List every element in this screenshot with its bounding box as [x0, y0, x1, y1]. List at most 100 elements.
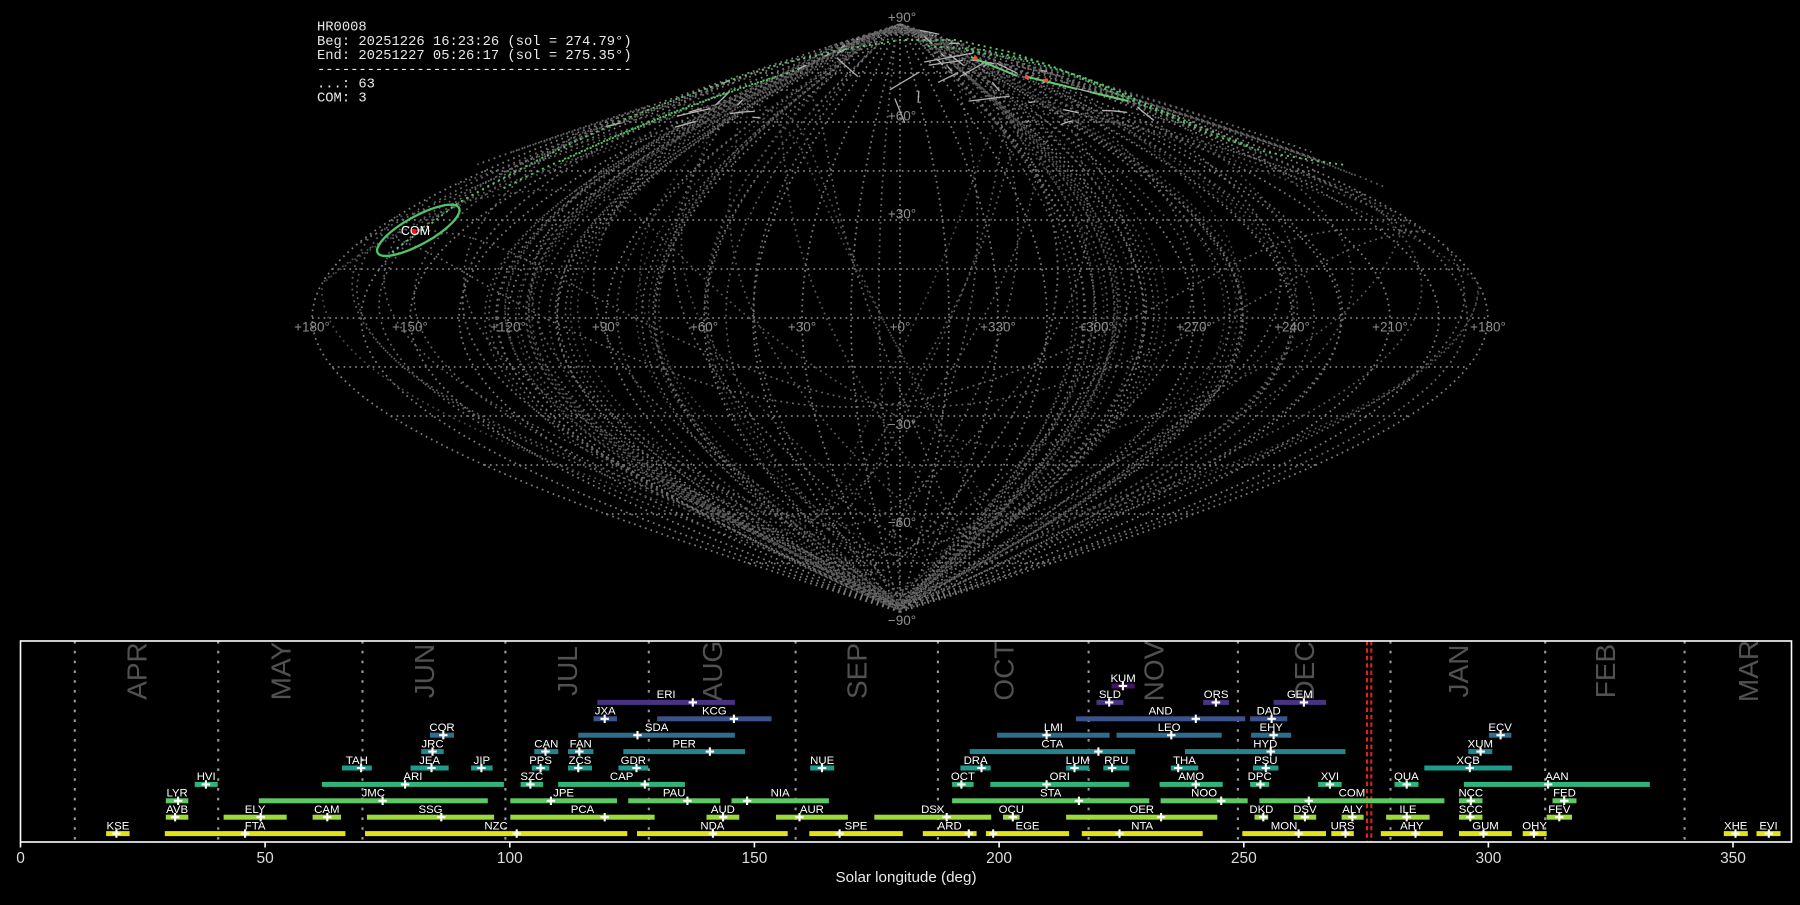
svg-text:+180°: +180° [1470, 320, 1506, 335]
svg-text:JEA: JEA [419, 755, 440, 767]
svg-text:MAR: MAR [1733, 640, 1764, 702]
svg-text:NCC: NCC [1458, 788, 1483, 800]
svg-text:NDA: NDA [700, 820, 724, 832]
svg-text:ELY: ELY [245, 804, 266, 816]
svg-text:RPU: RPU [1104, 755, 1128, 767]
svg-text:OCT: OCT [951, 771, 975, 783]
svg-text:FEB: FEB [1590, 644, 1621, 698]
svg-text:+180°: +180° [294, 320, 330, 335]
svg-text:LEO: LEO [1158, 722, 1181, 734]
svg-text:OER: OER [1129, 804, 1154, 816]
svg-text:PPS: PPS [529, 755, 552, 767]
svg-text:PER: PER [672, 738, 695, 750]
svg-text:−60°: −60° [888, 515, 916, 530]
svg-text:SLD: SLD [1099, 689, 1121, 701]
svg-text:TAH: TAH [346, 755, 368, 767]
svg-text:SSG: SSG [418, 804, 442, 816]
svg-text:JAN: JAN [1443, 645, 1474, 698]
svg-text:+150°: +150° [392, 320, 428, 335]
svg-text:SEP: SEP [842, 643, 873, 699]
svg-text:ILE: ILE [1399, 804, 1416, 816]
svg-text:XUM: XUM [1468, 738, 1493, 750]
svg-text:KUM: KUM [1110, 673, 1135, 685]
svg-text:CAN: CAN [534, 738, 558, 750]
svg-text:+120°: +120° [490, 320, 526, 335]
svg-text:LUM: LUM [1066, 755, 1090, 767]
svg-text:DSX: DSX [921, 804, 945, 816]
svg-text:FTA: FTA [245, 820, 266, 832]
svg-text:+0°: +0° [890, 320, 911, 335]
svg-text:JMC: JMC [362, 788, 385, 800]
svg-text:+90°: +90° [888, 10, 916, 25]
svg-text:AUR: AUR [800, 804, 824, 816]
svg-text:HVI: HVI [197, 771, 216, 783]
svg-text:AVB: AVB [166, 804, 188, 816]
svg-text:GEM: GEM [1287, 689, 1313, 701]
svg-text:+60°: +60° [690, 320, 718, 335]
svg-text:100: 100 [497, 850, 523, 867]
svg-text:+270°: +270° [1176, 320, 1212, 335]
svg-text:AUD: AUD [711, 804, 735, 816]
svg-text:+240°: +240° [1274, 320, 1310, 335]
svg-text:JXA: JXA [595, 706, 616, 718]
svg-text:JUN: JUN [409, 644, 440, 698]
svg-text:PSU: PSU [1254, 755, 1277, 767]
svg-text:+210°: +210° [1372, 320, 1408, 335]
svg-text:COM: COM [1339, 788, 1366, 800]
svg-text:150: 150 [741, 850, 767, 867]
svg-text:...: 63: ...: 63 [317, 77, 375, 92]
svg-text:AUG: AUG [697, 641, 728, 702]
svg-text:−90°: −90° [888, 613, 916, 628]
svg-text:ARD: ARD [938, 820, 962, 832]
svg-text:DAD: DAD [1257, 706, 1281, 718]
svg-text:GUM: GUM [1472, 820, 1499, 832]
svg-text:OHY: OHY [1522, 820, 1547, 832]
svg-text:XVI: XVI [1321, 771, 1339, 783]
svg-text:DPC: DPC [1248, 771, 1272, 783]
svg-text:COM: 3: COM: 3 [317, 92, 367, 107]
svg-text:NIA: NIA [771, 788, 790, 800]
svg-text:NOV: NOV [1138, 640, 1169, 701]
svg-text:GDR: GDR [621, 755, 646, 767]
svg-text:XCB: XCB [1456, 755, 1479, 767]
svg-text:NOO: NOO [1191, 788, 1217, 800]
svg-text:DRA: DRA [964, 755, 988, 767]
svg-text:COR: COR [429, 722, 454, 734]
svg-text:FED: FED [1553, 788, 1576, 800]
svg-text:JIP: JIP [474, 755, 490, 767]
svg-text:ORS: ORS [1204, 689, 1229, 701]
svg-text:NTA: NTA [1131, 820, 1153, 832]
svg-text:+30°: +30° [888, 207, 916, 222]
svg-text:AND: AND [1149, 706, 1173, 718]
svg-text:COM: COM [401, 224, 430, 238]
svg-text:LYR: LYR [166, 788, 187, 800]
svg-text:KCG: KCG [702, 706, 727, 718]
svg-text:FEV: FEV [1548, 804, 1571, 816]
svg-text:ERI: ERI [657, 689, 676, 701]
svg-text:EGE: EGE [1015, 820, 1039, 832]
svg-text:SPE: SPE [845, 820, 868, 832]
svg-text:EVI: EVI [1759, 820, 1777, 832]
svg-text:SCC: SCC [1459, 804, 1483, 816]
svg-text:SDA: SDA [645, 722, 669, 734]
svg-text:+60°: +60° [888, 109, 916, 124]
svg-text:DKD: DKD [1249, 804, 1273, 816]
svg-text:−30°: −30° [888, 417, 916, 432]
svg-text:QUA: QUA [1394, 771, 1419, 783]
svg-text:APR: APR [122, 642, 153, 700]
svg-text:ECV: ECV [1488, 722, 1512, 734]
svg-text:CAM: CAM [314, 804, 339, 816]
svg-text:200: 200 [986, 850, 1012, 867]
svg-text:JPE: JPE [553, 788, 574, 800]
svg-text:KSE: KSE [107, 820, 130, 832]
svg-text:250: 250 [1231, 850, 1257, 867]
svg-text:+300°: +300° [1078, 320, 1114, 335]
svg-text:CTA: CTA [1041, 738, 1063, 750]
svg-text:Beg: 20251226 16:23:26 (sol =: Beg: 20251226 16:23:26 (sol = 274.79°) [317, 34, 632, 50]
svg-text:HR0008: HR0008 [317, 21, 367, 36]
svg-text:XHE: XHE [1724, 820, 1748, 832]
svg-text:ALY: ALY [1342, 804, 1363, 816]
svg-text:OCU: OCU [999, 804, 1024, 816]
svg-text:ZCS: ZCS [569, 755, 592, 767]
svg-text:JUL: JUL [552, 646, 583, 696]
